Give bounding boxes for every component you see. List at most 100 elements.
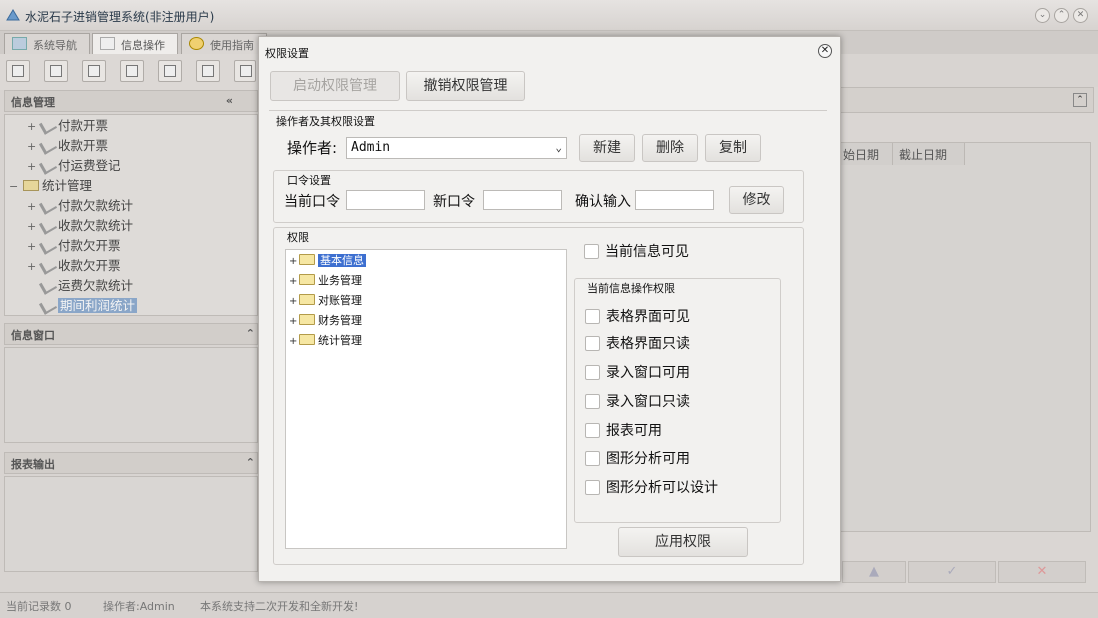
tool-icon bbox=[38, 277, 58, 295]
expand-icon[interactable]: + bbox=[289, 336, 299, 347]
tool-icon bbox=[38, 117, 58, 135]
document-tool-button[interactable] bbox=[82, 60, 106, 82]
cancel-button[interactable]: ✕ bbox=[998, 561, 1086, 583]
up-button[interactable]: ▲ bbox=[842, 561, 906, 583]
tree-label: 付款开票 bbox=[58, 118, 109, 133]
list-tool-button[interactable] bbox=[44, 60, 68, 82]
tree-item[interactable]: + 收款开票 bbox=[27, 135, 108, 155]
tree-item[interactable]: + 付运费登记 bbox=[27, 155, 121, 175]
current-password-input[interactable] bbox=[346, 190, 425, 210]
collapse-icon[interactable]: « bbox=[226, 94, 233, 107]
tab-label: 系统导航 bbox=[33, 39, 77, 52]
tree-label: 统计管理 bbox=[318, 334, 362, 347]
tree-item[interactable]: + 付款欠开票 bbox=[27, 235, 121, 255]
close-window-icon[interactable]: ✕ bbox=[1073, 8, 1088, 23]
tree-item[interactable]: + 对账管理 bbox=[289, 292, 362, 308]
current-info-visible-checkbox[interactable]: 当前信息可见 bbox=[584, 241, 689, 261]
confirm-button[interactable]: ✓ bbox=[908, 561, 996, 583]
tree-item-selected[interactable]: + 基本信息 bbox=[289, 252, 366, 268]
expand-icon[interactable]: + bbox=[27, 260, 41, 273]
entry-enabled-checkbox[interactable]: 录入窗口可用 bbox=[585, 362, 690, 382]
folder-icon bbox=[299, 294, 315, 305]
chart-design-checkbox[interactable]: 图形分析可以设计 bbox=[585, 477, 718, 497]
confirm-password-label: 确认输入 bbox=[575, 194, 631, 210]
tree-item[interactable]: − 统计管理 bbox=[9, 175, 92, 194]
main-toolbar bbox=[0, 54, 260, 90]
operator-select[interactable]: Admin ⌄ bbox=[346, 137, 567, 159]
folder-icon bbox=[299, 314, 315, 325]
expand-icon[interactable]: + bbox=[289, 296, 299, 307]
tree-item[interactable]: + 收款欠开票 bbox=[27, 255, 121, 275]
tree-item[interactable]: + 收款欠款统计 bbox=[27, 215, 133, 235]
collapse-icon[interactable]: ⌃ bbox=[246, 327, 255, 340]
guide-icon bbox=[189, 37, 204, 50]
expand-panel-icon[interactable]: ⌃ bbox=[1073, 93, 1087, 107]
expand-icon[interactable]: + bbox=[27, 220, 41, 233]
checkbox[interactable] bbox=[585, 309, 600, 324]
tree-label: 财务管理 bbox=[318, 314, 362, 327]
new-password-input[interactable] bbox=[483, 190, 562, 210]
chart-enabled-checkbox[interactable]: 图形分析可用 bbox=[585, 448, 690, 468]
main-titlebar: 水泥石子进销管理系统(非注册用户) ⌄ ⌃ ✕ bbox=[0, 0, 1098, 31]
print-tool-button[interactable] bbox=[234, 60, 256, 82]
checkbox[interactable] bbox=[584, 244, 599, 259]
operator-label: 操作者: bbox=[287, 139, 338, 157]
confirm-password-input[interactable] bbox=[635, 190, 714, 210]
column-header[interactable]: 截止日期 bbox=[893, 143, 965, 165]
expand-icon[interactable]: + bbox=[289, 316, 299, 327]
tree-item[interactable]: 运费欠款统计 bbox=[27, 275, 133, 295]
collapse-icon[interactable]: ⌃ bbox=[246, 456, 255, 469]
checkbox[interactable] bbox=[585, 423, 600, 438]
checkbox[interactable] bbox=[585, 480, 600, 495]
search-tool-button[interactable] bbox=[6, 60, 30, 82]
tree-label: 付运费登记 bbox=[58, 158, 121, 173]
grid-readonly-checkbox[interactable]: 表格界面只读 bbox=[585, 333, 690, 353]
tree-item[interactable]: + 业务管理 bbox=[289, 272, 362, 288]
expand-icon[interactable]: + bbox=[27, 140, 41, 153]
info-management-tree: + 付款开票 + 收款开票 + 付运费登记 − 统计管理 + 付款欠款统计 + 收款欠款统计… bbox=[4, 114, 258, 316]
checkbox[interactable] bbox=[585, 451, 600, 466]
maximize-icon[interactable]: ⌃ bbox=[1054, 8, 1069, 23]
tool-icon bbox=[38, 217, 58, 235]
tab-user-guide[interactable]: 使用指南 bbox=[181, 33, 267, 54]
close-icon[interactable]: ✕ bbox=[818, 44, 832, 58]
tree-item[interactable]: + 财务管理 bbox=[289, 312, 362, 328]
tree-label: 业务管理 bbox=[318, 274, 362, 287]
tree-label: 付款欠开票 bbox=[58, 238, 121, 253]
folder-icon bbox=[23, 180, 39, 191]
copy-button[interactable]: 复制 bbox=[705, 134, 761, 162]
expand-icon[interactable]: + bbox=[27, 160, 41, 173]
tree-item[interactable]: + 付款开票 bbox=[27, 115, 109, 135]
tree-item[interactable]: + 付款欠款统计 bbox=[27, 195, 133, 215]
users-tool-button[interactable] bbox=[120, 60, 144, 82]
report-enabled-checkbox[interactable]: 报表可用 bbox=[585, 420, 662, 440]
checkbox[interactable] bbox=[585, 336, 600, 351]
collapse-tree-icon[interactable]: − bbox=[9, 180, 23, 193]
tree-item[interactable]: + 统计管理 bbox=[289, 332, 362, 348]
tab-info-ops[interactable]: 信息操作 bbox=[92, 33, 178, 54]
column-header[interactable]: 始日期 bbox=[841, 143, 893, 165]
minimize-icon[interactable]: ⌄ bbox=[1035, 8, 1050, 23]
info-management-header: 信息管理 « bbox=[4, 90, 258, 112]
expand-icon[interactable]: + bbox=[289, 256, 299, 267]
expand-icon[interactable]: + bbox=[27, 200, 41, 213]
modify-button[interactable]: 修改 bbox=[729, 186, 784, 214]
expand-icon[interactable]: + bbox=[27, 120, 41, 133]
tree-item-selected[interactable]: 期间利润统计 bbox=[27, 295, 138, 315]
new-button[interactable]: 新建 bbox=[579, 134, 635, 162]
revoke-permission-button[interactable]: 撤销权限管理 bbox=[406, 71, 525, 101]
panel-title: 信息窗口 bbox=[11, 329, 55, 342]
grid-visible-checkbox[interactable]: 表格界面可见 bbox=[585, 306, 690, 326]
delete-button[interactable]: 删除 bbox=[642, 134, 698, 162]
window-tool-button[interactable] bbox=[158, 60, 182, 82]
apply-permission-button[interactable]: 应用权限 bbox=[618, 527, 748, 557]
export-tool-button[interactable] bbox=[196, 60, 220, 82]
entry-readonly-checkbox[interactable]: 录入窗口只读 bbox=[585, 391, 690, 411]
expand-icon[interactable]: + bbox=[289, 276, 299, 287]
panel-title: 信息管理 bbox=[11, 96, 55, 109]
expand-icon[interactable]: + bbox=[27, 240, 41, 253]
checkbox[interactable] bbox=[585, 365, 600, 380]
checkbox[interactable] bbox=[585, 394, 600, 409]
tab-system-nav[interactable]: 系统导航 bbox=[4, 33, 90, 54]
enable-permission-button[interactable]: 启动权限管理 bbox=[270, 71, 400, 101]
